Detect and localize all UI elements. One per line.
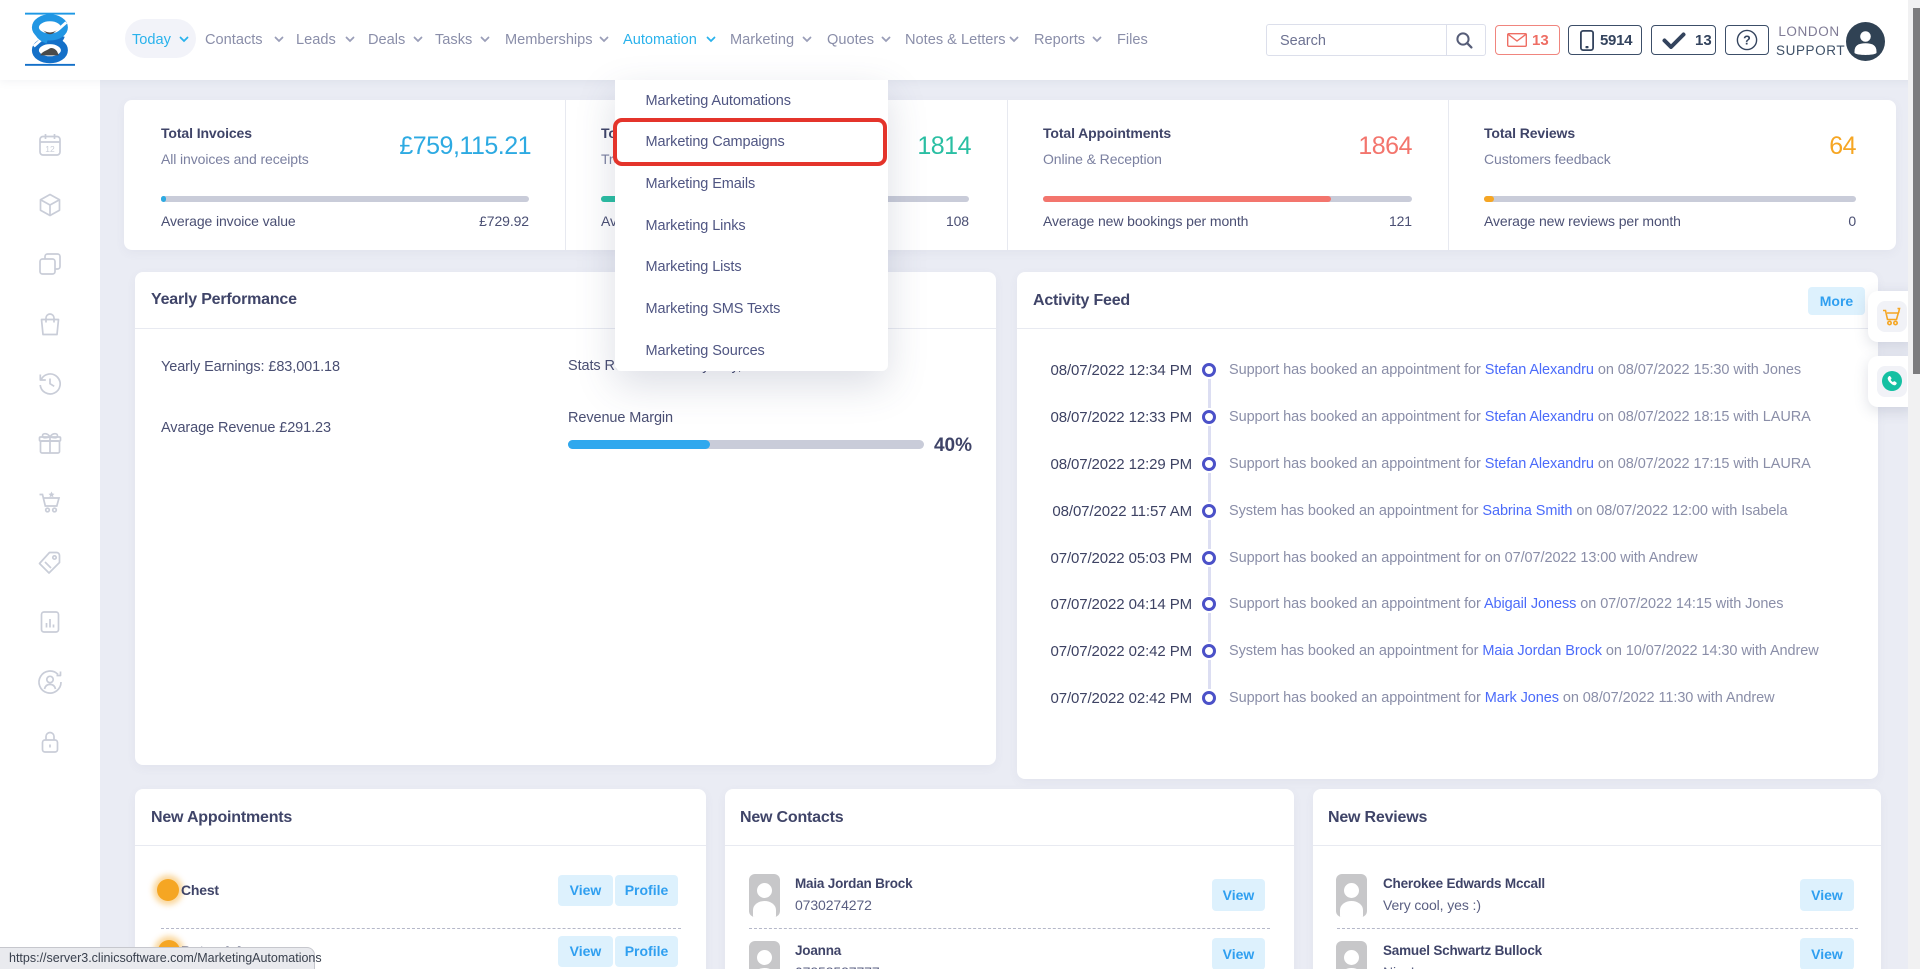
svg-text:12: 12	[45, 144, 55, 154]
svg-text:?: ?	[1743, 33, 1751, 47]
